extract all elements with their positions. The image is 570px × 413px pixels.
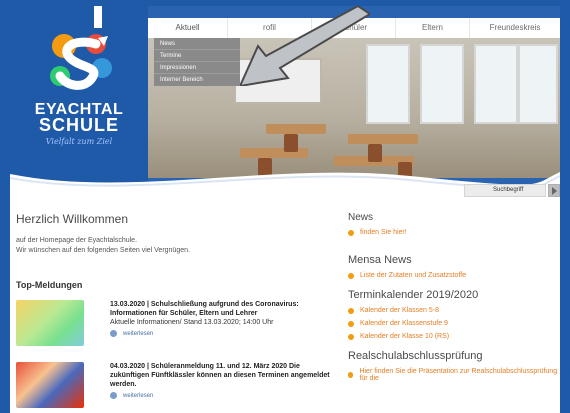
gear-icon [348, 333, 354, 340]
dropdown-item-interner-bereich[interactable]: Interner Bereich [154, 74, 240, 86]
sidebar-news-link[interactable]: finden Sie hier! [348, 229, 558, 236]
nav-item-profil[interactable]: rofil [228, 18, 312, 38]
school-logo-icon [50, 34, 112, 90]
read-more-link[interactable]: weiterlesen [110, 330, 330, 337]
logo-title-line2: SCHULE [38, 115, 119, 135]
news-body: 04.03.2020 | Schüleranmeldung 11. und 12… [110, 362, 330, 399]
sidebar-realschul-heading: Realschulabschlussprüfung [348, 350, 483, 362]
main-content: Herzlich Willkommen auf der Homepage der… [10, 202, 560, 413]
plus-icon [110, 392, 117, 399]
news-item: 13.03.2020 | Schulschließung aufgrund de… [16, 300, 316, 348]
sidebar-mensa-link-label: Liste der Zutaten und Zusatzstoffe [360, 272, 467, 279]
sidebar-termine-link-label: Kalender der Klassen 5-8 [360, 307, 439, 314]
sidebar-termine-link[interactable]: Kalender der Klassen 5-8 [348, 307, 558, 314]
sidebar-termine-link-label: Kalender der Klasse 10 (RS) [360, 333, 450, 340]
search-button[interactable] [548, 184, 560, 197]
page: EYACHTAL SCHULE Vielfalt zum Ziel Aktuel… [10, 6, 560, 413]
sidebar-news-link-label: finden Sie hier! [360, 229, 407, 236]
search-input[interactable]: Suchbegriff [464, 184, 546, 197]
annotation-marker [94, 6, 102, 28]
gear-icon [348, 320, 354, 327]
read-more-link[interactable]: weiterlesen [110, 392, 330, 399]
dropdown-item-impressionen[interactable]: Impressionen [154, 62, 240, 74]
welcome-title: Herzlich Willkommen [16, 212, 129, 226]
top-news-heading: Top-Meldungen [16, 280, 83, 290]
logo-slogan: Vielfalt zum Ziel [45, 137, 113, 146]
aktuell-dropdown: News Termine Impressionen Interner Berei… [154, 38, 240, 86]
sidebar-mensa-heading: Mensa News [348, 254, 412, 266]
read-more-label: weiterlesen [123, 330, 154, 337]
main-nav: Aktuell rofil Schüler Eltern Freundeskre… [148, 18, 560, 38]
news-subtitle: Aktuelle Informationen/ Stand 13.03.2020… [110, 319, 274, 326]
nav-item-aktuell[interactable]: Aktuell [148, 18, 228, 38]
sidebar-termine-link[interactable]: Kalender der Klasse 10 (RS) [348, 333, 558, 340]
read-more-label: weiterlesen [123, 392, 154, 399]
header: EYACHTAL SCHULE Vielfalt zum Ziel Aktuel… [10, 6, 560, 198]
sidebar-realschul-link[interactable]: Hier finden Sie die Präsentation zur Rea… [348, 368, 558, 382]
dropdown-item-termine[interactable]: Termine [154, 50, 240, 62]
gear-icon [348, 307, 354, 314]
welcome-text: auf der Homepage der Eyachtalschule. Wir… [16, 236, 190, 256]
sidebar: News finden Sie hier! Mensa News Liste d… [348, 212, 558, 382]
dropdown-item-news[interactable]: News [154, 38, 240, 50]
sidebar-termine-heading: Terminkalender 2019/2020 [348, 289, 479, 301]
sidebar-mensa-link[interactable]: Liste der Zutaten und Zusatzstoffe [348, 272, 558, 279]
news-body: 13.03.2020 | Schulschließung aufgrund de… [110, 300, 330, 337]
welcome-line-1: auf der Homepage der Eyachtalschule. [16, 237, 138, 244]
gear-icon [348, 229, 354, 236]
sidebar-news-heading: News [348, 212, 374, 223]
gear-icon [348, 372, 354, 378]
sidebar-termine-link[interactable]: Kalender der Klassenstufe 9 [348, 320, 558, 327]
sidebar-realschul-link-label: Hier finden Sie die Präsentation zur Rea… [359, 368, 558, 382]
gear-icon [348, 272, 354, 279]
nav-item-eltern[interactable]: Eltern [396, 18, 470, 38]
news-title[interactable]: 04.03.2020 | Schüleranmeldung 11. und 12… [110, 362, 330, 389]
news-title[interactable]: 13.03.2020 | Schulschließung aufgrund de… [110, 300, 330, 318]
news-item: 04.03.2020 | Schüleranmeldung 11. und 12… [16, 362, 330, 410]
nav-item-schueler[interactable]: Schüler [312, 18, 396, 38]
sidebar-termine-link-label: Kalender der Klassenstufe 9 [360, 320, 448, 327]
plus-icon [110, 330, 117, 337]
news-image[interactable] [16, 300, 84, 346]
welcome-line-2: Wir wünschen auf den folgenden Seiten vi… [16, 247, 190, 254]
news-image[interactable] [16, 362, 84, 408]
arrow-right-icon [552, 187, 557, 195]
nav-item-freundeskreis[interactable]: Freundeskreis [470, 18, 560, 38]
